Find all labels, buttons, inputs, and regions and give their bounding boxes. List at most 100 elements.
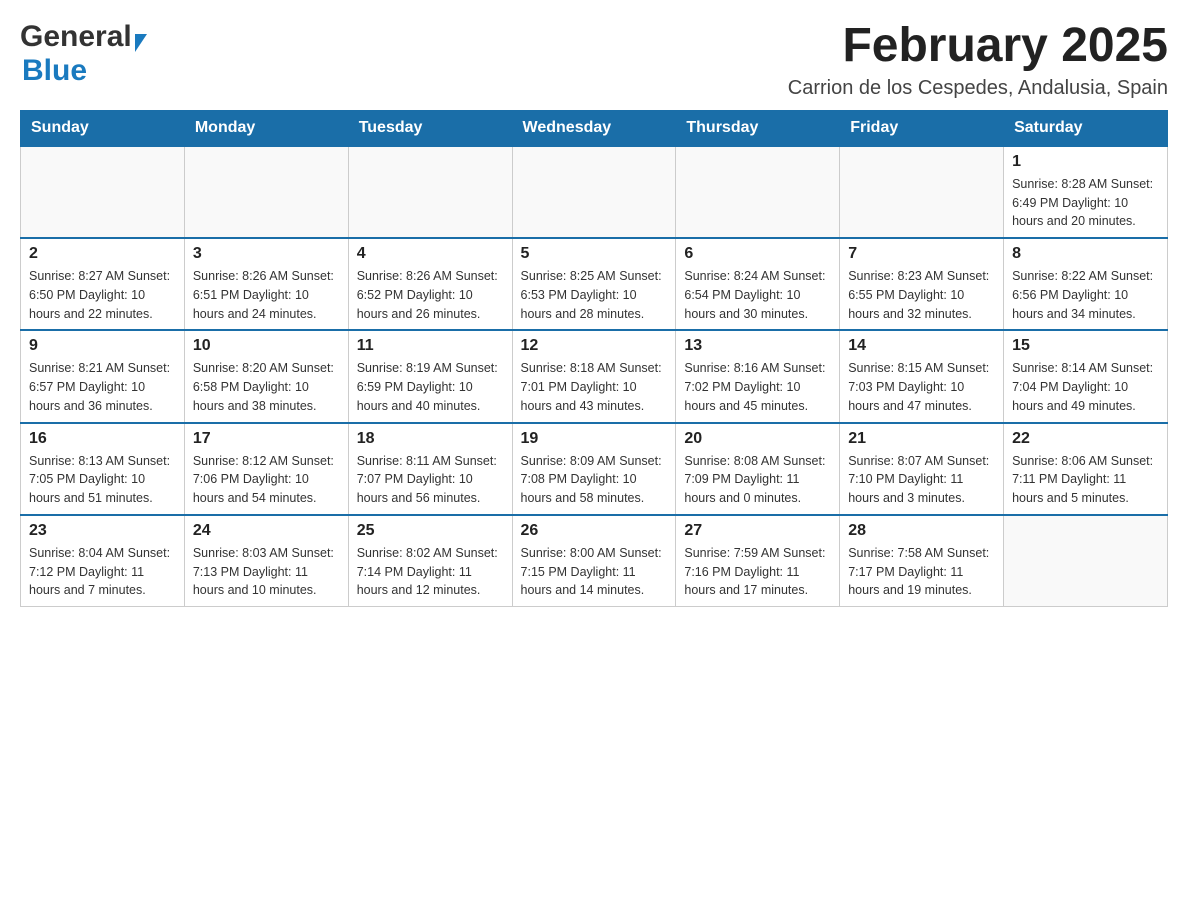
calendar-cell: 24Sunrise: 8:03 AM Sunset: 7:13 PM Dayli… xyxy=(184,515,348,607)
day-info: Sunrise: 8:26 AM Sunset: 6:51 PM Dayligh… xyxy=(193,267,340,323)
calendar-cell: 13 Sunrise: 8:16 AM Sunset: 7:02 PM Dayli… xyxy=(676,330,840,422)
weekday-sunday: Sunday xyxy=(21,110,185,146)
day-info: Sunrise: 8:14 AM Sunset: 7:04 PM Dayligh… xyxy=(1012,359,1159,415)
day-number: 27 xyxy=(684,522,831,540)
calendar-cell: 2 Sunrise: 8:27 AM Sunset: 6:50 PM Daylig… xyxy=(21,238,185,330)
calendar-cell: 16Sunrise: 8:13 AM Sunset: 7:05 PM Dayli… xyxy=(21,423,185,515)
day-number: 23 xyxy=(29,522,176,540)
weekday-header-row: SundayMondayTuesdayWednesdayThursdayFrid… xyxy=(21,110,1168,146)
day-number: 17 xyxy=(193,430,340,448)
day-number: 4 xyxy=(357,245,504,263)
calendar-cell xyxy=(348,146,512,238)
calendar-cell: 21Sunrise: 8:07 AM Sunset: 7:10 PM Dayli… xyxy=(840,423,1004,515)
calendar-cell: 23 Sunrise: 8:04 AM Sunset: 7:12 PM Dayli… xyxy=(21,515,185,607)
calendar-cell: 18 Sunrise: 8:11 AM Sunset: 7:07 PM Dayli… xyxy=(348,423,512,515)
calendar-cell: 4 Sunrise: 8:26 AM Sunset: 6:52 PM Daylig… xyxy=(348,238,512,330)
title-block: February 2025 Carrion de los Cespedes, A… xyxy=(788,20,1168,100)
day-info: Sunrise: 8:12 AM Sunset: 7:06 PM Dayligh… xyxy=(193,452,340,508)
day-info: Sunrise: 8:20 AM Sunset: 6:58 PM Dayligh… xyxy=(193,359,340,415)
day-info: Sunrise: 8:23 AM Sunset: 6:55 PM Dayligh… xyxy=(848,267,995,323)
day-info: Sunrise: 8:08 AM Sunset: 7:09 PM Dayligh… xyxy=(684,452,831,508)
day-number: 28 xyxy=(848,522,995,540)
day-number: 10 xyxy=(193,337,340,355)
day-number: 12 xyxy=(521,337,668,355)
day-info: Sunrise: 7:58 AM Sunset: 7:17 PM Dayligh… xyxy=(848,544,995,600)
calendar-cell: 8 Sunrise: 8:22 AM Sunset: 6:56 PM Daylig… xyxy=(1004,238,1168,330)
day-info: Sunrise: 8:02 AM Sunset: 7:14 PM Dayligh… xyxy=(357,544,504,600)
calendar-cell: 10 Sunrise: 8:20 AM Sunset: 6:58 PM Dayli… xyxy=(184,330,348,422)
month-title: February 2025 xyxy=(788,20,1168,73)
calendar-week-1: 1Sunrise: 8:28 AM Sunset: 6:49 PM Daylig… xyxy=(21,146,1168,238)
day-info: Sunrise: 8:24 AM Sunset: 6:54 PM Dayligh… xyxy=(684,267,831,323)
calendar-cell xyxy=(676,146,840,238)
day-info: Sunrise: 8:04 AM Sunset: 7:12 PM Dayligh… xyxy=(29,544,176,600)
day-number: 18 xyxy=(357,430,504,448)
day-number: 9 xyxy=(29,337,176,355)
day-info: Sunrise: 8:18 AM Sunset: 7:01 PM Dayligh… xyxy=(521,359,668,415)
day-number: 14 xyxy=(848,337,995,355)
day-info: Sunrise: 8:27 AM Sunset: 6:50 PM Dayligh… xyxy=(29,267,176,323)
day-number: 8 xyxy=(1012,245,1159,263)
day-number: 26 xyxy=(521,522,668,540)
calendar-cell xyxy=(512,146,676,238)
day-number: 6 xyxy=(684,245,831,263)
logo: General Blue xyxy=(20,20,147,88)
day-number: 1 xyxy=(1012,153,1159,171)
calendar-cell xyxy=(840,146,1004,238)
calendar-cell: 19 Sunrise: 8:09 AM Sunset: 7:08 PM Dayli… xyxy=(512,423,676,515)
calendar-cell: 5 Sunrise: 8:25 AM Sunset: 6:53 PM Daylig… xyxy=(512,238,676,330)
day-info: Sunrise: 8:06 AM Sunset: 7:11 PM Dayligh… xyxy=(1012,452,1159,508)
day-info: Sunrise: 7:59 AM Sunset: 7:16 PM Dayligh… xyxy=(684,544,831,600)
calendar-week-2: 2 Sunrise: 8:27 AM Sunset: 6:50 PM Daylig… xyxy=(21,238,1168,330)
calendar-cell: 26 Sunrise: 8:00 AM Sunset: 7:15 PM Dayli… xyxy=(512,515,676,607)
weekday-friday: Friday xyxy=(840,110,1004,146)
weekday-monday: Monday xyxy=(184,110,348,146)
calendar-week-3: 9 Sunrise: 8:21 AM Sunset: 6:57 PM Daylig… xyxy=(21,330,1168,422)
calendar-week-4: 16Sunrise: 8:13 AM Sunset: 7:05 PM Dayli… xyxy=(21,423,1168,515)
calendar-header: SundayMondayTuesdayWednesdayThursdayFrid… xyxy=(21,110,1168,146)
calendar-cell: 25Sunrise: 8:02 AM Sunset: 7:14 PM Dayli… xyxy=(348,515,512,607)
day-info: Sunrise: 8:26 AM Sunset: 6:52 PM Dayligh… xyxy=(357,267,504,323)
calendar-cell: 14Sunrise: 8:15 AM Sunset: 7:03 PM Dayli… xyxy=(840,330,1004,422)
page-header: General Blue February 2025 Carrion de lo… xyxy=(20,20,1168,100)
calendar-cell: 1Sunrise: 8:28 AM Sunset: 6:49 PM Daylig… xyxy=(1004,146,1168,238)
logo-blue-text: Blue xyxy=(22,54,87,87)
day-number: 13 xyxy=(684,337,831,355)
day-info: Sunrise: 8:11 AM Sunset: 7:07 PM Dayligh… xyxy=(357,452,504,508)
day-info: Sunrise: 8:13 AM Sunset: 7:05 PM Dayligh… xyxy=(29,452,176,508)
calendar-cell: 27 Sunrise: 7:59 AM Sunset: 7:16 PM Dayli… xyxy=(676,515,840,607)
weekday-wednesday: Wednesday xyxy=(512,110,676,146)
day-info: Sunrise: 8:00 AM Sunset: 7:15 PM Dayligh… xyxy=(521,544,668,600)
calendar-cell: 12 Sunrise: 8:18 AM Sunset: 7:01 PM Dayli… xyxy=(512,330,676,422)
calendar-cell: 11 Sunrise: 8:19 AM Sunset: 6:59 PM Dayli… xyxy=(348,330,512,422)
day-number: 7 xyxy=(848,245,995,263)
calendar-cell: 22Sunrise: 8:06 AM Sunset: 7:11 PM Dayli… xyxy=(1004,423,1168,515)
day-info: Sunrise: 8:25 AM Sunset: 6:53 PM Dayligh… xyxy=(521,267,668,323)
calendar-cell xyxy=(21,146,185,238)
day-number: 21 xyxy=(848,430,995,448)
day-info: Sunrise: 8:19 AM Sunset: 6:59 PM Dayligh… xyxy=(357,359,504,415)
day-number: 5 xyxy=(521,245,668,263)
calendar-cell xyxy=(184,146,348,238)
calendar-cell: 3 Sunrise: 8:26 AM Sunset: 6:51 PM Daylig… xyxy=(184,238,348,330)
day-number: 15 xyxy=(1012,337,1159,355)
day-info: Sunrise: 8:03 AM Sunset: 7:13 PM Dayligh… xyxy=(193,544,340,600)
weekday-tuesday: Tuesday xyxy=(348,110,512,146)
day-info: Sunrise: 8:22 AM Sunset: 6:56 PM Dayligh… xyxy=(1012,267,1159,323)
calendar-table: SundayMondayTuesdayWednesdayThursdayFrid… xyxy=(20,110,1168,607)
weekday-thursday: Thursday xyxy=(676,110,840,146)
logo-triangle-icon xyxy=(135,34,147,52)
weekday-saturday: Saturday xyxy=(1004,110,1168,146)
day-number: 2 xyxy=(29,245,176,263)
calendar-cell: 7 Sunrise: 8:23 AM Sunset: 6:55 PM Daylig… xyxy=(840,238,1004,330)
calendar-cell: 15 Sunrise: 8:14 AM Sunset: 7:04 PM Dayli… xyxy=(1004,330,1168,422)
day-info: Sunrise: 8:21 AM Sunset: 6:57 PM Dayligh… xyxy=(29,359,176,415)
day-info: Sunrise: 8:09 AM Sunset: 7:08 PM Dayligh… xyxy=(521,452,668,508)
day-number: 19 xyxy=(521,430,668,448)
day-number: 3 xyxy=(193,245,340,263)
calendar-cell: 9 Sunrise: 8:21 AM Sunset: 6:57 PM Daylig… xyxy=(21,330,185,422)
logo-general-text: General xyxy=(20,20,132,54)
day-info: Sunrise: 8:16 AM Sunset: 7:02 PM Dayligh… xyxy=(684,359,831,415)
day-number: 20 xyxy=(684,430,831,448)
day-number: 11 xyxy=(357,337,504,355)
